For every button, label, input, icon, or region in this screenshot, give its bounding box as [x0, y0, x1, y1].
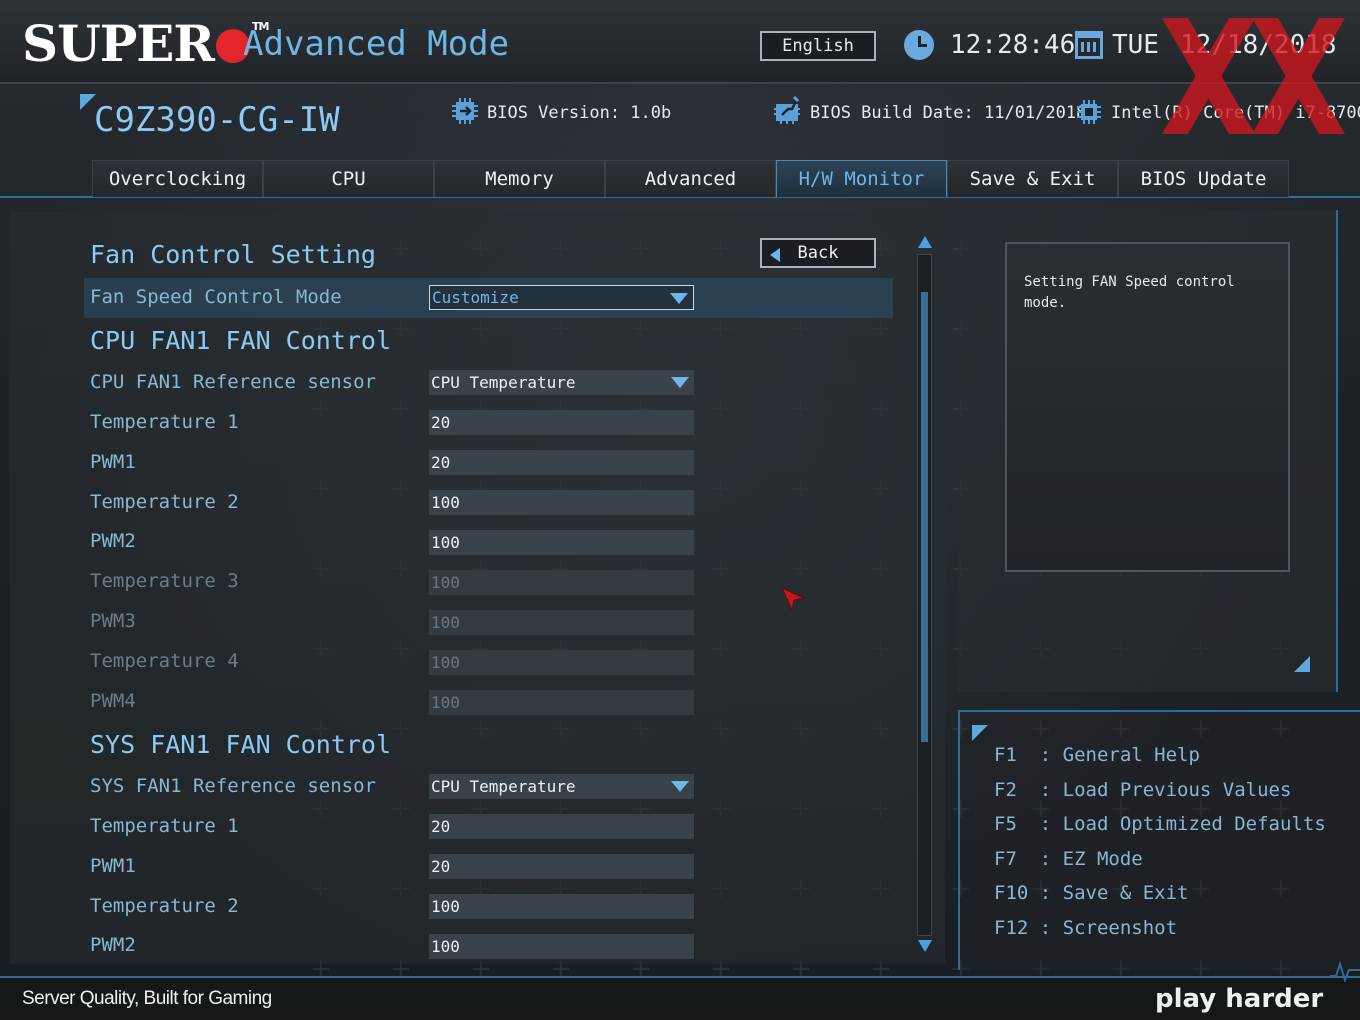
sys-fan-pwm1-label: PWM1 — [90, 855, 136, 877]
fan-speed-mode-select[interactable]: Customize — [429, 285, 694, 310]
sys-fan-sensor-select[interactable]: CPU Temperature — [429, 774, 694, 799]
date-display: 12/18/2018 — [1180, 30, 1337, 60]
supermicro-logo: SUPER TM — [22, 14, 269, 73]
back-button[interactable]: Back — [760, 238, 876, 268]
cpu-fan-sensor-label: CPU FAN1 Reference sensor — [90, 371, 376, 393]
pulse-line-icon — [1330, 960, 1360, 982]
board-model: C9Z390-CG-IW — [94, 100, 340, 140]
corner-accent-icon — [1294, 656, 1310, 672]
cpu-fan-temp1-label: Temperature 1 — [90, 411, 239, 433]
sys-fan-temp1-label: Temperature 1 — [90, 815, 239, 837]
page-title: Fan Control Setting — [90, 240, 376, 269]
language-button[interactable]: English — [760, 31, 876, 61]
sys-fan-sensor-label: SYS FAN1 Reference sensor — [90, 775, 376, 797]
sys-fan-pwm1-input[interactable]: 20 — [429, 854, 694, 879]
tab-hw-monitor[interactable]: H/W Monitor — [776, 160, 947, 197]
hotkey-f2: F2 : Load Previous Values — [994, 779, 1292, 801]
scroll-down-icon[interactable] — [918, 940, 932, 952]
build-date-icon — [774, 95, 800, 124]
hotkey-desc: General Help — [1062, 744, 1200, 766]
tab-overclocking[interactable]: Overclocking — [92, 160, 263, 197]
cpu-fan-sensor-select[interactable]: CPU Temperature — [429, 370, 694, 395]
cpu-fan-temp4-input: 100 — [429, 650, 694, 675]
day-display: TUE — [1112, 30, 1159, 60]
scroll-up-icon[interactable] — [918, 236, 932, 248]
hotkey-f10: F10 : Save & Exit — [994, 882, 1189, 904]
cpu-fan-temp4-label: Temperature 4 — [90, 650, 239, 672]
cpu-fan-pwm4-label: PWM4 — [90, 690, 136, 712]
hotkey-desc: EZ Mode — [1062, 848, 1143, 870]
back-arrow-icon — [770, 248, 780, 262]
sys-fan-pwm2-label: PWM2 — [90, 934, 136, 956]
cpu-fan-pwm1-label: PWM1 — [90, 451, 136, 473]
sys-fan-temp2-input[interactable]: 100 — [429, 894, 694, 919]
cpu-fan-pwm3-label: PWM3 — [90, 610, 136, 632]
cpu-fan-pwm1-input[interactable]: 20 — [429, 450, 694, 475]
fan-speed-mode-label: Fan Speed Control Mode — [90, 286, 342, 308]
clock-icon — [904, 30, 934, 60]
time-display: 12:28:46 — [950, 30, 1076, 60]
hotkey-key: F2 — [994, 779, 1029, 801]
main-tabs: Overclocking CPU Memory Advanced H/W Mon… — [92, 160, 1289, 197]
mouse-cursor-icon — [780, 586, 806, 612]
mode-title: Advanced Mode — [243, 24, 510, 64]
hotkey-desc: Screenshot — [1062, 917, 1178, 939]
tab-cpu[interactable]: CPU — [263, 160, 434, 197]
logo-text: SUPER — [22, 14, 215, 73]
tab-bios-update[interactable]: BIOS Update — [1118, 160, 1289, 197]
cpu-fan-temp1-input[interactable]: 20 — [429, 410, 694, 435]
corner-accent-icon — [972, 725, 988, 741]
hotkey-f12: F12 : Screenshot — [994, 917, 1178, 939]
help-text: Setting FAN Speed control mode. — [1024, 274, 1235, 311]
cpu-fan-pwm3-input: 100 — [429, 610, 694, 635]
cpu-fan-pwm4-input: 100 — [429, 690, 694, 715]
tab-advanced[interactable]: Advanced — [605, 160, 776, 197]
hotkey-f7: F7 : EZ Mode — [994, 848, 1143, 870]
hotkey-key: F7 — [994, 848, 1029, 870]
footer-tagline: Server Quality, Built for Gaming — [22, 988, 272, 1009]
hotkey-key: F5 — [994, 813, 1029, 835]
cpu-fan-pwm2-label: PWM2 — [90, 530, 136, 552]
hotkey-key: F1 — [994, 744, 1029, 766]
scrollbar-thumb[interactable] — [921, 292, 928, 742]
bios-version: BIOS Version: 1.0b — [487, 103, 672, 123]
cpu-fan-temp2-input[interactable]: 100 — [429, 490, 694, 515]
hotkey-key: F12 — [994, 917, 1029, 939]
sys-fan-temp2-label: Temperature 2 — [90, 895, 239, 917]
hotkey-desc: Save & Exit — [1062, 882, 1189, 904]
tab-memory[interactable]: Memory — [434, 160, 605, 197]
cpu-chip-icon — [1077, 100, 1101, 124]
cpu-fan-temp3-label: Temperature 3 — [90, 570, 239, 592]
back-button-label: Back — [797, 243, 839, 263]
hotkey-key: F10 — [994, 882, 1029, 904]
cpu-fan-temp2-label: Temperature 2 — [90, 491, 239, 513]
sys-fan-temp1-input[interactable]: 20 — [429, 814, 694, 839]
tab-save-exit[interactable]: Save & Exit — [947, 160, 1118, 197]
sys-fan-pwm2-input[interactable]: 100 — [429, 934, 694, 959]
cpu-fan-pwm2-input[interactable]: 100 — [429, 530, 694, 555]
hotkey-desc: Load Previous Values — [1062, 779, 1292, 801]
bios-chip-icon — [452, 98, 478, 124]
calendar-icon — [1075, 31, 1103, 59]
footer-slogan: play harder — [1155, 984, 1324, 1014]
top-header: SUPER TM Advanced Mode English 12:28:46 … — [0, 0, 1360, 84]
cpu-fan-temp3-input: 100 — [429, 570, 694, 595]
sys-fan-section-title: SYS FAN1 FAN Control — [90, 730, 392, 759]
hotkey-f1: F1 : General Help — [994, 744, 1200, 766]
hotkey-f5: F5 : Load Optimized Defaults — [994, 813, 1326, 835]
bios-build-date: BIOS Build Date: 11/01/2018 — [810, 103, 1087, 123]
cpu-info: Intel(R) Core(TM) i7-8700K — [1111, 103, 1360, 123]
hotkey-desc: Load Optimized Defaults — [1062, 813, 1326, 835]
cpu-fan-section-title: CPU FAN1 FAN Control — [90, 326, 392, 355]
